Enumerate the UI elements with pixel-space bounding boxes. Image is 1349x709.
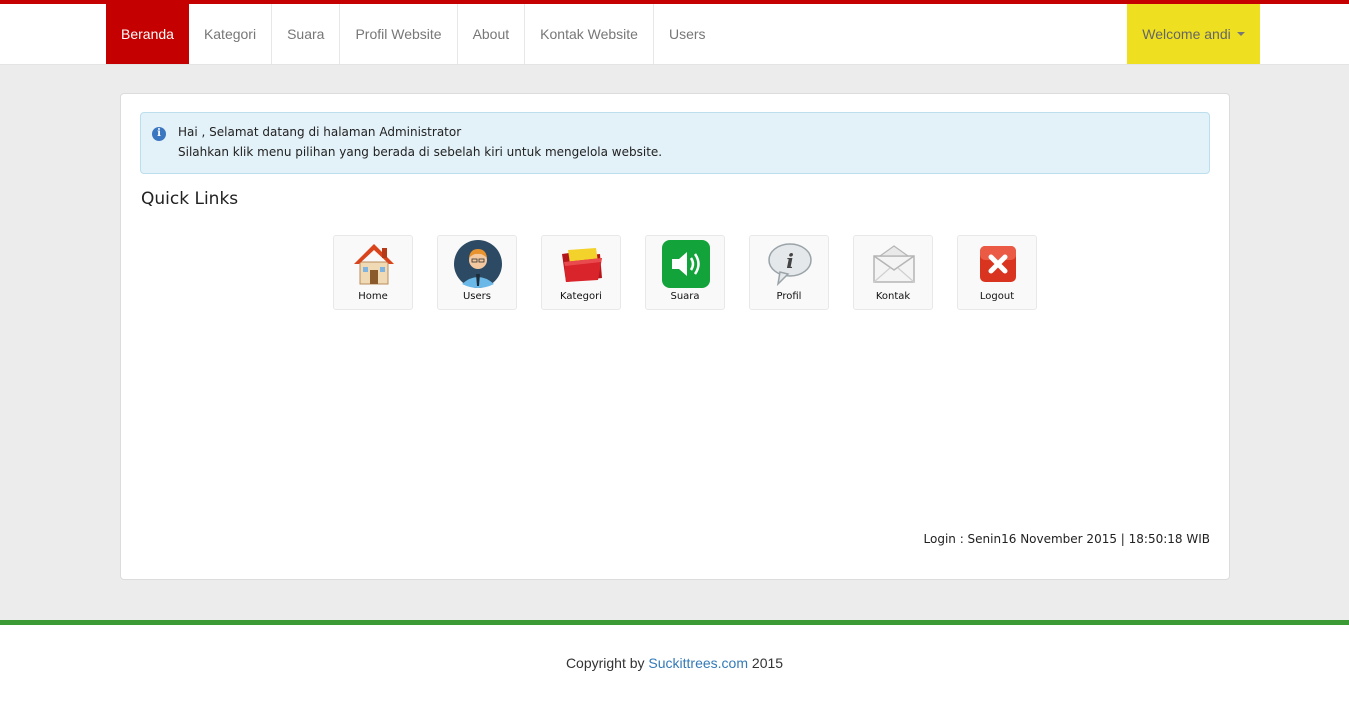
folder-icon xyxy=(562,248,602,282)
quick-link-users[interactable]: Users xyxy=(437,235,517,310)
quick-link-label: Kategori xyxy=(560,291,602,302)
nav-kontak-website[interactable]: Kontak Website xyxy=(525,4,654,64)
copyright-prefix: Copyright by xyxy=(565,655,649,671)
info-icon: i xyxy=(152,127,166,141)
quick-link-label: Logout xyxy=(979,291,1015,302)
alert-line-1: Hai , Selamat datang di halaman Administ… xyxy=(178,125,462,139)
quick-link-home[interactable]: Home xyxy=(333,235,413,310)
quick-links-row: Home Users Kategori Suara i Profil Konta… xyxy=(333,235,1037,310)
main-nav: Beranda Kategori Suara Profil Website Ab… xyxy=(106,4,721,64)
quick-links-title: Quick Links xyxy=(141,189,239,209)
quick-link-suara[interactable]: Suara xyxy=(645,235,725,310)
quick-link-label: Profil xyxy=(776,291,802,302)
footer: Copyright by Suckittrees.com 2015 xyxy=(0,625,1349,709)
quick-link-label: Suara xyxy=(670,291,700,302)
quick-link-kontak[interactable]: Kontak xyxy=(853,235,933,310)
nav-users[interactable]: Users xyxy=(654,4,721,64)
nav-profil-website[interactable]: Profil Website xyxy=(340,4,458,64)
nav-about[interactable]: About xyxy=(458,4,526,64)
welcome-alert: i Hai , Selamat datang di halaman Admini… xyxy=(140,112,1210,174)
envelope-icon xyxy=(873,245,915,283)
speaker-icon xyxy=(662,240,710,288)
copyright-suffix: 2015 xyxy=(748,655,784,671)
user-menu-dropdown[interactable]: Welcome andi xyxy=(1127,4,1260,64)
user-avatar-icon xyxy=(454,240,502,288)
quick-link-profil[interactable]: i Profil xyxy=(749,235,829,310)
nav-beranda[interactable]: Beranda xyxy=(106,4,189,64)
quick-link-label: Kontak xyxy=(875,291,911,302)
close-x-icon xyxy=(980,246,1016,282)
footer-site-link[interactable]: Suckittrees.com xyxy=(648,655,748,671)
quick-link-label: Users xyxy=(462,291,491,302)
navbar: Beranda Kategori Suara Profil Website Ab… xyxy=(0,4,1349,65)
alert-line-2: Silahkan klik menu pilihan yang berada d… xyxy=(178,145,663,159)
quick-link-label: Home xyxy=(358,291,388,302)
house-icon xyxy=(354,244,394,285)
welcome-label: Welcome andi xyxy=(1142,26,1231,42)
info-bubble-icon: i xyxy=(768,243,812,287)
quick-link-kategori[interactable]: Kategori xyxy=(541,235,621,310)
main-panel: i Hai , Selamat datang di halaman Admini… xyxy=(120,93,1230,580)
nav-kategori[interactable]: Kategori xyxy=(189,4,273,64)
svg-text:i: i xyxy=(786,249,794,273)
nav-suara[interactable]: Suara xyxy=(272,4,341,64)
copyright-text: Copyright by Suckittrees.com 2015 xyxy=(0,655,1349,671)
quick-link-logout[interactable]: Logout xyxy=(957,235,1037,310)
caret-down-icon xyxy=(1236,32,1245,36)
login-timestamp: Login : Senin16 November 2015 | 18:50:18… xyxy=(923,532,1210,546)
